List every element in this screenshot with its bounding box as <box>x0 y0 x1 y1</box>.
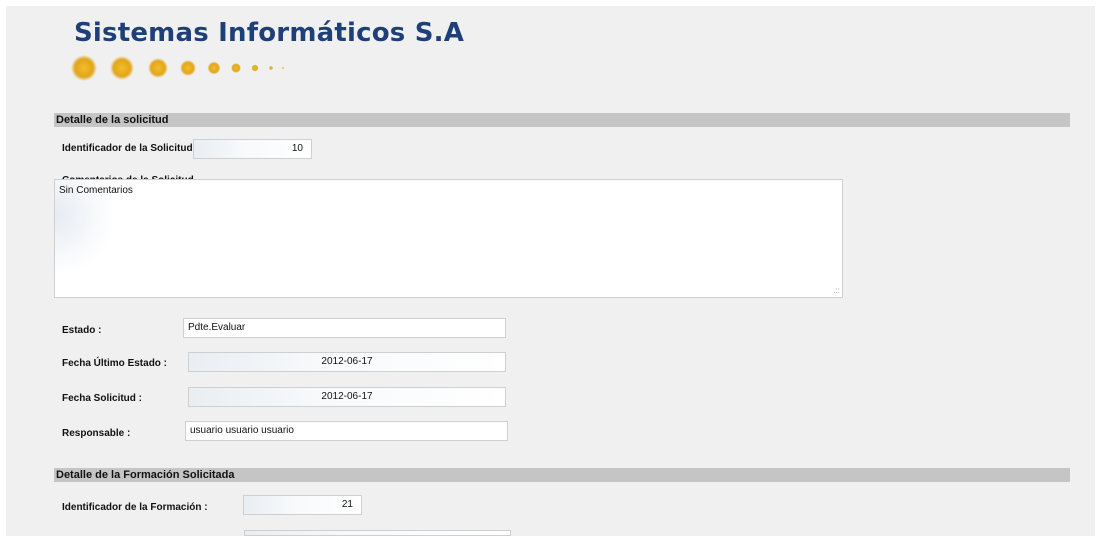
section-header-training-detail: Detalle de la Formación Solicitada <box>54 468 1070 482</box>
responsible-label: Responsable : <box>62 428 131 439</box>
training-next-field[interactable] <box>244 530 511 536</box>
request-comments-textarea[interactable]: Sin Comentarios .:: <box>54 179 843 298</box>
request-comments-text: Sin Comentarios <box>59 185 133 196</box>
request-date-field[interactable]: 2012-06-17 <box>188 387 506 407</box>
section-header-request-detail: Detalle de la solicitud <box>54 113 1070 127</box>
last-status-date-label: Fecha Último Estado : <box>62 358 168 369</box>
request-date-label: Fecha Solicitud : <box>62 393 143 404</box>
company-logo-title: Sistemas Informáticos S.A <box>74 18 465 48</box>
logo-dots-icon <box>71 55 284 81</box>
request-id-field[interactable]: 10 <box>193 139 312 159</box>
responsible-field[interactable]: usuario usuario usuario <box>185 421 508 441</box>
status-label: Estado : <box>62 325 102 336</box>
training-id-field[interactable]: 21 <box>243 495 362 515</box>
status-field[interactable]: Pdte.Evaluar <box>183 318 506 338</box>
request-id-label: Identificador de la Solicitud : <box>62 143 199 154</box>
resize-grip-icon[interactable]: .:: <box>833 287 840 295</box>
training-id-label: Identificador de la Formación : <box>62 502 208 513</box>
last-status-date-field[interactable]: 2012-06-17 <box>188 352 506 372</box>
